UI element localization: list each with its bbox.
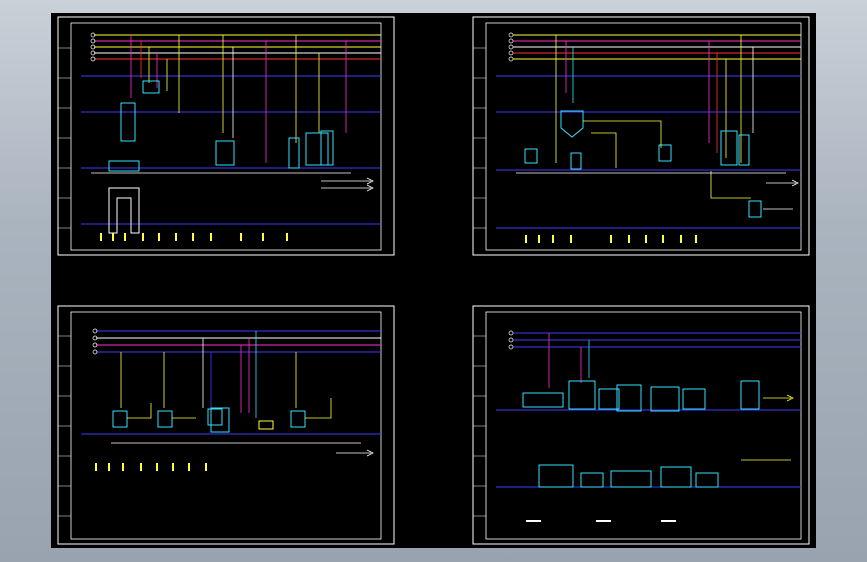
drawing-viewport[interactable] (51, 13, 816, 548)
